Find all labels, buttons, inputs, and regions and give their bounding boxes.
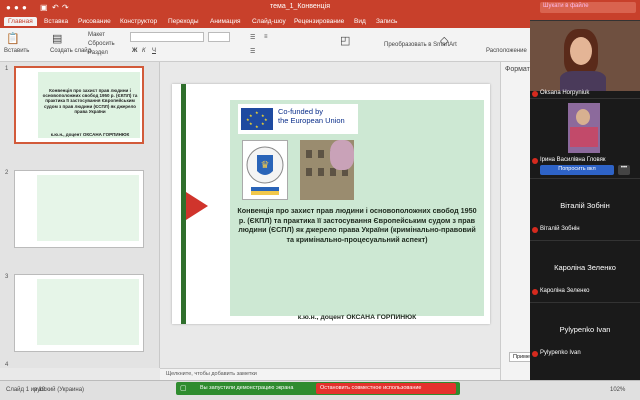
tab-home[interactable]: Главная <box>4 17 37 26</box>
slide-thumbnail-2[interactable] <box>14 170 144 248</box>
participant-tile[interactable]: Ірина Василівна Гловяк Попросить вкл ••• <box>530 98 640 178</box>
font-family-select[interactable] <box>130 32 204 42</box>
stop-sharing-button[interactable]: Остановить совместное использование <box>316 383 456 394</box>
title-bar: ● ● ● ▣ ↶ ↷ тема_1_Конвенція Шукати в фа… <box>0 0 640 16</box>
thumb-number: 4 <box>5 362 9 368</box>
notes-field[interactable]: Щелкните, чтобы добавить заметки <box>160 368 500 380</box>
participant-display-name: Pylypenko Ivan <box>559 325 611 334</box>
mic-muted-icon <box>532 289 538 295</box>
participant-name: Віталій Зобнін <box>540 226 580 232</box>
tab-record[interactable]: Запись <box>376 18 397 25</box>
participant-display-name: Віталій Зобнін <box>560 201 610 210</box>
participant-tile[interactable]: Oksana Horpyniuk <box>530 20 640 98</box>
participant-video <box>530 21 640 91</box>
search-input[interactable]: Шукати в файле <box>540 2 636 13</box>
participant-name: Oksana Horpyniuk <box>540 90 590 96</box>
more-options-icon[interactable]: ••• <box>618 165 630 175</box>
window-title: тема_1_Конвенція <box>270 3 330 10</box>
reset-button[interactable]: Сбросить <box>88 41 115 47</box>
tab-slideshow[interactable]: Слайд-шоу <box>252 18 286 25</box>
shapes-icon[interactable]: ◇ <box>440 34 448 47</box>
slide-editor-canvas[interactable]: ★ ★ ★ ★ ★ ★ ★ ★ Co-funded by the European Unio… <box>160 62 500 368</box>
minimize-dot-icon[interactable]: ● <box>14 3 19 12</box>
thumb-author: к.ю.н., доцент ОКСАНА ГОРПИНЮК <box>50 132 130 137</box>
section-button[interactable]: Раздел <box>88 50 108 56</box>
redo-icon[interactable]: ↷ <box>62 3 69 12</box>
slide-thumbnail-pane[interactable]: 1 Конвенція про захист прав людини і осн… <box>0 62 160 368</box>
ask-to-unmute-button[interactable]: Попросить вкл <box>540 165 614 175</box>
eu-flag-icon: ★ ★ ★ ★ ★ ★ ★ ★ <box>241 108 273 130</box>
new-slide-button[interactable]: Создать слайд <box>50 48 91 54</box>
mic-muted-icon <box>532 351 538 357</box>
thumb-title: Конвенція про захист прав людини і основ… <box>42 88 138 114</box>
smartart-icon[interactable]: ◰ <box>340 34 350 47</box>
mic-muted-icon <box>532 158 538 164</box>
slide-title[interactable]: Конвенція про захист прав людини і основ… <box>234 206 480 245</box>
paste-button[interactable]: Вставить <box>4 48 29 54</box>
arrange-button[interactable]: Расположение <box>486 48 527 54</box>
slide-author[interactable]: к.ю.н., доцент ОКСАНА ГОРПИНЮК <box>234 314 480 321</box>
screen-share-bar: ▢ Вы запустили демонстрацию экрана Остан… <box>176 382 460 395</box>
participant-tile[interactable]: Віталій Зобнін Віталій Зобнін <box>530 178 640 240</box>
current-slide[interactable]: ★ ★ ★ ★ ★ ★ ★ ★ Co-funded by the European Unio… <box>172 84 490 324</box>
building-photo <box>300 140 354 200</box>
participant-display-name: Кароліна Зеленко <box>554 263 616 272</box>
eu-line-1: Co-funded by <box>278 107 324 116</box>
participants-panel: Oksana Horpyniuk Ірина Василівна Гловяк … <box>530 20 640 382</box>
participant-name: Ірина Василівна Гловяк <box>540 157 606 163</box>
bold-button[interactable]: Ж <box>132 48 137 54</box>
thumb-number: 1 <box>5 66 9 72</box>
share-screen-icon: ▢ <box>180 385 187 392</box>
tab-view[interactable]: Вид <box>354 18 366 25</box>
svg-text:♛: ♛ <box>261 160 270 171</box>
university-seal-icon: ♛ <box>242 140 288 200</box>
participant-tile[interactable]: Pylypenko Ivan Pylypenko Ivan <box>530 302 640 382</box>
tab-design[interactable]: Конструктор <box>120 18 157 25</box>
participant-tile[interactable]: Кароліна Зеленко Кароліна Зеленко <box>530 240 640 302</box>
paste-icon[interactable]: 📋 <box>6 32 20 45</box>
participant-name: Pylypenko Ivan <box>540 350 581 356</box>
language-indicator[interactable]: русский (Украина) <box>34 387 84 393</box>
font-size-select[interactable] <box>208 32 230 42</box>
italic-button[interactable]: К <box>142 48 146 54</box>
tab-insert[interactable]: Вставка <box>44 18 68 25</box>
format-panel-title: Формат <box>505 66 530 73</box>
underline-button[interactable]: Ч <box>152 48 156 54</box>
tab-transitions[interactable]: Переходы <box>168 18 199 25</box>
undo-icon[interactable]: ↶ <box>52 3 59 12</box>
mic-muted-icon <box>532 227 538 233</box>
tab-draw[interactable]: Рисование <box>78 18 111 25</box>
bullets-icon[interactable]: ☰ <box>250 34 255 41</box>
eu-line-2: the European Union <box>278 116 345 126</box>
slide-thumbnail-3[interactable] <box>14 274 144 352</box>
participant-avatar <box>568 103 600 153</box>
zoom-level[interactable]: 102% <box>610 387 625 393</box>
mic-muted-icon <box>532 91 538 97</box>
thumb-number: 2 <box>5 170 9 176</box>
align-left-icon[interactable]: ☰ <box>250 48 255 55</box>
close-dot-icon[interactable]: ● <box>6 3 11 12</box>
red-arrow-decoration <box>186 192 208 220</box>
thumb-number: 3 <box>5 274 9 280</box>
numbering-icon[interactable]: ≡ <box>264 34 268 40</box>
tab-animations[interactable]: Анимация <box>210 18 241 25</box>
new-slide-icon[interactable]: ▤ <box>52 32 62 45</box>
tab-review[interactable]: Рецензирование <box>294 18 344 25</box>
share-message: Вы запустили демонстрацию экрана <box>200 385 294 391</box>
save-icon[interactable]: ▣ <box>40 3 48 12</box>
layout-button[interactable]: Макет <box>88 32 105 38</box>
slide-thumbnail-1[interactable]: Конвенція про захист прав людини і основ… <box>14 66 144 144</box>
eu-logo: ★ ★ ★ ★ ★ ★ ★ ★ Co-funded by the European Unio… <box>238 104 358 134</box>
participant-name: Кароліна Зеленко <box>540 288 590 294</box>
zoom-dot-icon[interactable]: ● <box>22 3 27 12</box>
